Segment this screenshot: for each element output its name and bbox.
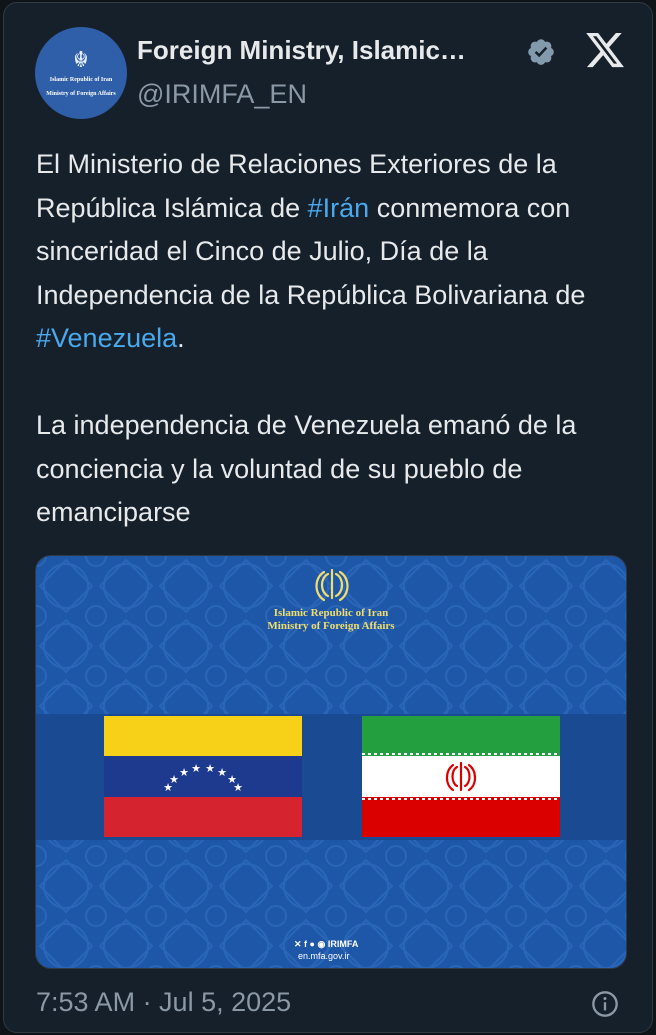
verified-badge-icon [528, 39, 554, 65]
info-icon[interactable] [591, 990, 619, 1018]
social-icons: ✕ f ● ◉ [294, 939, 328, 949]
tweet-text-segment: . [177, 323, 185, 353]
media-title-line-2: Ministry of Foreign Affairs [267, 620, 395, 632]
tweet-timestamp[interactable]: 7:53 AM · Jul 5, 2025 [36, 987, 291, 1018]
avatar-line-1: Islamic Republic of Iran [49, 77, 113, 83]
avatar-line-2: Ministry of Foreign Affairs [46, 91, 116, 97]
tweet-paragraph-2: La independencia de Venezuela emanó de l… [36, 410, 577, 527]
tweet-media-image[interactable]: Islamic Republic of Iran Ministry of For… [35, 555, 627, 969]
tweet-card[interactable]: ☬ Islamic Republic of Iran Ministry of F… [3, 2, 653, 1033]
iran-emblem-icon [315, 568, 349, 602]
avatar[interactable]: ☬ Islamic Republic of Iran Ministry of F… [35, 27, 127, 119]
author-handle[interactable]: @IRIMFA_EN [137, 79, 307, 110]
hashtag-link-venezuela[interactable]: #Venezuela [36, 323, 177, 353]
svg-text:★: ★ [191, 762, 201, 775]
media-url: en.mfa.gov.ir [298, 951, 350, 961]
iran-emblem-icon: ☬ [73, 47, 89, 72]
tweet-paragraph-1: El Ministerio de Relaciones Exteriores d… [36, 143, 636, 361]
media-title-line-1: Islamic Republic of Iran [273, 607, 389, 619]
venezuela-flag: ★ ★ ★ ★ ★ ★ ★ ★ [104, 716, 302, 837]
hashtag-link-iran[interactable]: #Irán [308, 193, 370, 223]
author-display-name[interactable]: Foreign Ministry, Islamic… [137, 35, 466, 66]
media-social-label: IRIMFA [327, 939, 359, 949]
svg-text:★: ★ [217, 766, 227, 779]
svg-text:★: ★ [205, 762, 215, 775]
svg-text:★: ★ [233, 781, 243, 794]
x-logo-icon[interactable] [582, 29, 628, 71]
tweet-text: El Ministerio de Relaciones Exteriores d… [36, 143, 636, 535]
svg-text:★: ★ [169, 773, 179, 786]
svg-text:★: ★ [179, 766, 189, 779]
media-social-handle: ✕ f ● ◉ IRIMFA [294, 939, 358, 950]
iran-flag [362, 716, 560, 837]
